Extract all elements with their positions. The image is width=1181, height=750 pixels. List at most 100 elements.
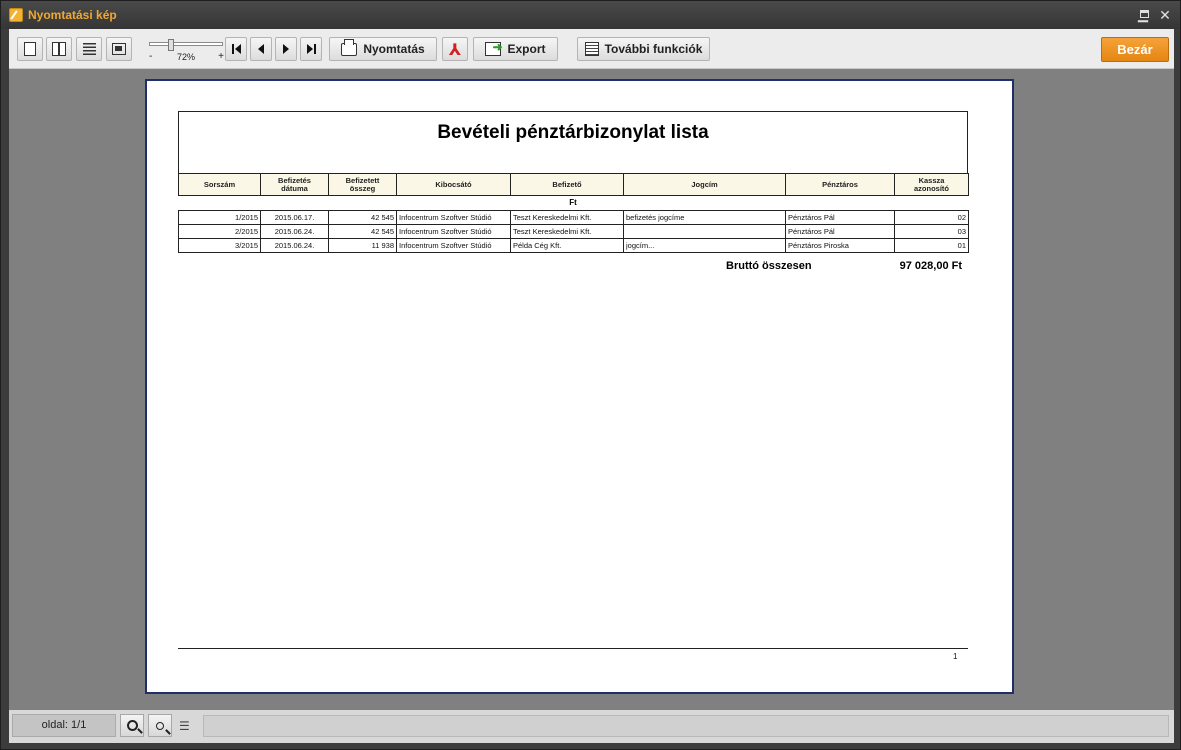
status-bar: oldal: 1/1 ☰: [9, 710, 1174, 743]
more-functions-label: További funkciók: [604, 42, 703, 56]
table-cell: 1/2015: [178, 210, 261, 225]
export-icon: [485, 40, 503, 56]
page-indicator: oldal: 1/1: [12, 714, 116, 737]
outline-icon[interactable]: ☰: [179, 719, 190, 733]
report-data-table: 1/2015 2015.06.17. 42 545 Infocentrum Szoft…: [178, 210, 969, 253]
table-cell: Infocentrum Szoftver Stúdió: [396, 224, 511, 239]
table-cell: 2015.06.24.: [260, 238, 329, 253]
single-page-button[interactable]: [17, 37, 43, 61]
total-row: Bruttó összesen 97 028,00 Ft: [178, 253, 968, 277]
table-cell: Teszt Kereskedelmi Kft.: [510, 210, 624, 225]
table-row: 2/2015 2015.06.24. 42 545 Infocentrum Szoft…: [178, 224, 969, 239]
table-cell: 2015.06.17.: [260, 210, 329, 225]
single-page-icon: [24, 42, 36, 56]
fit-page-button[interactable]: [106, 37, 132, 61]
pdf-button[interactable]: ⅄: [442, 37, 468, 61]
print-button[interactable]: Nyomtatás: [329, 37, 437, 61]
column-header: Befizetett összeg: [328, 173, 397, 196]
print-preview-window: Nyomtatási kép ▁ ✕ - 72% + Nyomtatás ⅄ ➜…: [0, 0, 1181, 750]
column-header-line2: összeg: [349, 183, 376, 193]
toolbar: - 72% + Nyomtatás ⅄ Export Tovább: [9, 29, 1174, 69]
table-cell: jogcím...: [623, 238, 786, 253]
table-cell: 02: [894, 210, 969, 225]
table-cell: 11 938: [328, 238, 397, 253]
table-cell: Teszt Kereskedelmi Kft.: [510, 224, 624, 239]
next-page-icon: [283, 44, 289, 54]
find-next-button[interactable]: [148, 714, 172, 737]
two-pages-button[interactable]: [46, 37, 72, 61]
window-title: Nyomtatási kép: [28, 8, 117, 22]
preview-area[interactable]: Bevételi pénztárbizonylat lista Sorszám B…: [9, 69, 1174, 710]
export-button-label: Export: [507, 42, 546, 56]
table-cell: Infocentrum Szoftver Stúdió: [396, 238, 511, 253]
zoom-max-label: +: [218, 51, 224, 62]
page-width-button[interactable]: [76, 37, 102, 61]
column-header-line1: Pénztáros: [822, 179, 858, 189]
column-header-line2: azonosító: [914, 183, 949, 193]
report-title: Bevételi pénztárbizonylat lista: [437, 122, 709, 143]
magnifier-icon: [126, 720, 138, 731]
next-page-button[interactable]: [275, 37, 297, 61]
previous-page-icon: [258, 44, 264, 54]
last-page-button[interactable]: [300, 37, 322, 61]
table-cell: befizetés jogcíme: [623, 210, 786, 225]
column-header: Jogcím: [623, 173, 786, 196]
column-header-line1: Kibocsátó: [435, 179, 472, 189]
column-header-line1: Jogcím: [691, 179, 718, 189]
title-bar: Nyomtatási kép ▁ ✕: [1, 1, 1180, 29]
zoom-slider-thumb[interactable]: [168, 39, 174, 51]
table-header-row: Sorszám Befizetés dátuma Befizetett összeg Ki…: [178, 173, 969, 196]
column-header: Sorszám: [178, 173, 261, 196]
app-icon: [9, 8, 23, 22]
total-value: 97 028,00 Ft: [899, 260, 962, 272]
table-row: 1/2015 2015.06.17. 42 545 Infocentrum Szoft…: [178, 210, 969, 225]
table-cell: Példa Cég Kft.: [510, 238, 624, 253]
column-header-line1: Befizető: [552, 179, 582, 189]
footer-divider: [178, 648, 968, 649]
column-header: Befizetés dátuma: [260, 173, 329, 196]
table-cell: 3/2015: [178, 238, 261, 253]
table-cell: 01: [894, 238, 969, 253]
column-header: Pénztáros: [785, 173, 895, 196]
first-page-icon: [231, 44, 234, 54]
page-width-icon: [82, 43, 96, 55]
last-page-icon: [306, 44, 313, 54]
table-cell: 42 545: [328, 210, 397, 225]
zoom-button[interactable]: [120, 714, 144, 737]
print-button-label: Nyomtatás: [363, 42, 425, 56]
column-header-line2: dátuma: [281, 183, 308, 193]
zoom-slider[interactable]: - 72% +: [149, 39, 224, 65]
fit-page-icon: [112, 43, 126, 55]
table-cell: 2/2015: [178, 224, 261, 239]
table-cell: Pénztáros Piroska: [785, 238, 895, 253]
table-cell: 2015.06.24.: [260, 224, 329, 239]
more-functions-button[interactable]: További funkciók: [577, 37, 710, 61]
report-page: Bevételi pénztárbizonylat lista Sorszám B…: [145, 79, 1014, 694]
export-button[interactable]: Export: [473, 37, 558, 61]
close-icon[interactable]: ✕: [1156, 6, 1174, 24]
report-title-box: Bevételi pénztárbizonylat lista: [178, 111, 968, 173]
maximize-icon[interactable]: [1135, 5, 1153, 23]
status-message-field: [203, 715, 1169, 737]
currency-label: Ft: [569, 198, 577, 207]
report: Bevételi pénztárbizonylat lista Sorszám B…: [178, 111, 969, 277]
first-page-button[interactable]: [225, 37, 247, 61]
more-functions-icon: [584, 42, 599, 56]
zoom-slider-track[interactable]: [149, 42, 223, 46]
previous-page-button[interactable]: [250, 37, 272, 61]
pdf-icon: ⅄: [448, 39, 462, 59]
table-cell: 42 545: [328, 224, 397, 239]
page-number: 1: [953, 652, 958, 661]
column-header: Befizető: [510, 173, 624, 196]
table-cell: Infocentrum Szoftver Stúdió: [396, 210, 511, 225]
close-button[interactable]: Bezár: [1101, 37, 1169, 62]
table-cell: 03: [894, 224, 969, 239]
table-row: 3/2015 2015.06.24. 11 938 Infocentrum Szoft…: [178, 238, 969, 253]
column-header: Kibocsátó: [396, 173, 511, 196]
table-cell: Pénztáros Pál: [785, 210, 895, 225]
table-cell: [623, 224, 786, 239]
column-header-line1: Sorszám: [203, 179, 236, 189]
find-next-icon: [156, 721, 164, 730]
printer-icon: [341, 38, 358, 56]
report-header-table: Sorszám Befizetés dátuma Befizetett összeg Ki…: [178, 173, 969, 196]
